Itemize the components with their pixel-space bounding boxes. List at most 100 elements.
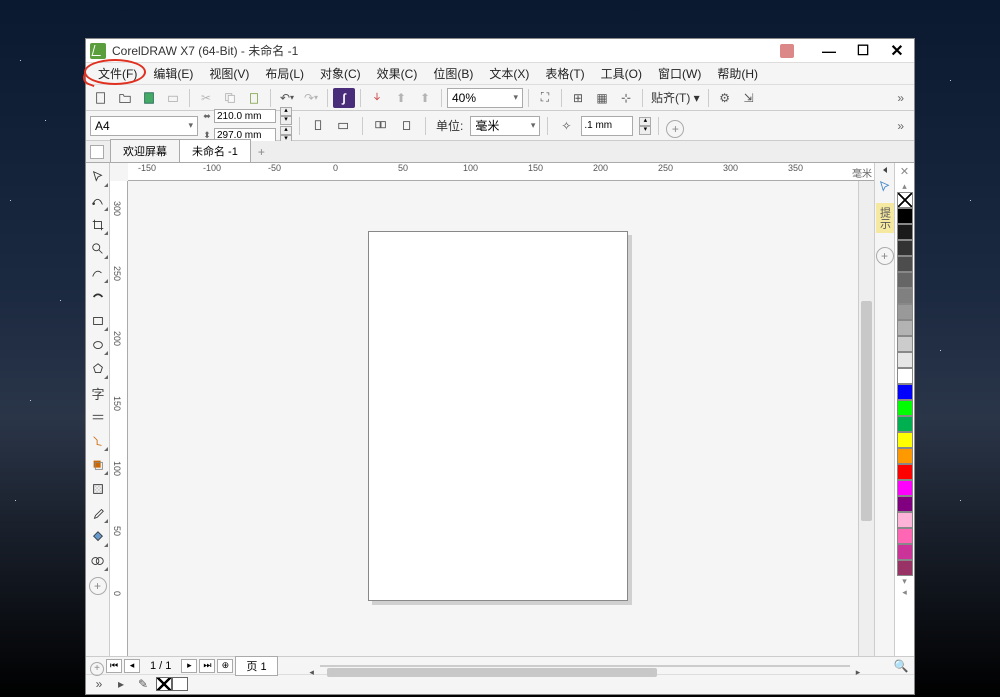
parallel-dimension-tool[interactable]	[87, 406, 109, 428]
menu-file[interactable]: 文件(F)	[90, 63, 145, 84]
color-swatch-17[interactable]	[897, 480, 913, 496]
color-swatch-0[interactable]	[897, 208, 913, 224]
docker-add[interactable]: +	[876, 247, 894, 265]
portrait-button[interactable]	[307, 116, 329, 136]
rectangle-tool[interactable]	[87, 310, 109, 332]
menu-view[interactable]: 视图(V)	[201, 63, 257, 84]
tab-add[interactable]: +	[250, 142, 273, 162]
menu-window[interactable]: 窗口(W)	[650, 63, 709, 84]
hscroll-left[interactable]: ◂	[305, 667, 319, 678]
publish-button[interactable]: ⬆	[414, 88, 436, 108]
crop-tool[interactable]	[87, 214, 109, 236]
vertical-scrollbar[interactable]	[858, 181, 874, 656]
palette-down-arrow[interactable]: ▾	[902, 576, 907, 587]
paste-button[interactable]	[243, 88, 265, 108]
prev-page-button[interactable]: ◂	[124, 659, 140, 673]
zoom-tool-shortcut[interactable]: 🔍	[892, 659, 910, 673]
cut-button[interactable]: ✂	[195, 88, 217, 108]
search-button[interactable]: ∫	[333, 88, 355, 108]
width-down[interactable]: ▾	[280, 116, 292, 125]
eyedropper-status-icon[interactable]: ✎	[134, 677, 152, 691]
zoom-tool[interactable]	[87, 238, 109, 260]
propbar-overflow[interactable]: »	[891, 119, 910, 133]
vscroll-thumb[interactable]	[861, 301, 872, 521]
nudge-up[interactable]: ▴	[639, 117, 651, 126]
color-swatch-21[interactable]	[897, 544, 913, 560]
open-button[interactable]	[114, 88, 136, 108]
tab-welcome[interactable]: 欢迎屏幕	[110, 139, 180, 162]
freehand-tool[interactable]	[87, 262, 109, 284]
menu-table[interactable]: 表格(T)	[537, 63, 592, 84]
tab-document[interactable]: 未命名 -1	[179, 139, 251, 162]
color-swatch-2[interactable]	[897, 240, 913, 256]
docker-pointer-icon[interactable]	[877, 179, 893, 195]
height-up[interactable]: ▴	[280, 126, 292, 135]
fill-indicator[interactable]	[156, 677, 172, 691]
hints-docker-tab[interactable]: 提示	[876, 203, 894, 233]
artistic-media-tool[interactable]	[87, 286, 109, 308]
color-swatch-5[interactable]	[897, 288, 913, 304]
user-icon[interactable]	[780, 44, 794, 58]
snap-dropdown[interactable]: 贴齐(T) ▾	[648, 89, 703, 106]
width-up[interactable]: ▴	[280, 107, 292, 116]
print-button[interactable]	[162, 88, 184, 108]
add-preset-button[interactable]: +	[666, 120, 684, 138]
palette-close-icon[interactable]: ✕	[897, 165, 913, 181]
show-grid-button[interactable]: ▦	[591, 88, 613, 108]
palette-up-arrow[interactable]: ▴	[902, 181, 907, 192]
all-pages-button[interactable]	[370, 116, 392, 136]
next-page-button[interactable]: ▸	[181, 659, 197, 673]
add-page-button[interactable]: ⊕	[217, 659, 233, 673]
color-swatch-12[interactable]	[897, 400, 913, 416]
transparency-tool[interactable]	[87, 478, 109, 500]
hscroll-thumb[interactable]	[327, 668, 657, 677]
interactive-fill-tool[interactable]	[87, 526, 109, 548]
toolbox-customize[interactable]: +	[89, 577, 107, 595]
color-swatch-7[interactable]	[897, 320, 913, 336]
color-swatch-14[interactable]	[897, 432, 913, 448]
menu-edit[interactable]: 编辑(E)	[145, 63, 201, 84]
menu-bitmap[interactable]: 位图(B)	[425, 63, 481, 84]
color-swatch-19[interactable]	[897, 512, 913, 528]
menu-layout[interactable]: 布局(L)	[257, 63, 312, 84]
color-swatch-11[interactable]	[897, 384, 913, 400]
hscroll-right[interactable]: ▸	[851, 667, 865, 678]
color-swatch-13[interactable]	[897, 416, 913, 432]
undo-button[interactable]: ↶▾	[276, 88, 298, 108]
fullscreen-button[interactable]: ⛶	[534, 88, 556, 108]
color-swatch-22[interactable]	[897, 560, 913, 576]
horizontal-ruler[interactable]: 毫米 -150 -100 -50 0 50 100 150 200 250 30…	[128, 163, 874, 181]
menu-text[interactable]: 文本(X)	[481, 63, 537, 84]
menu-tools[interactable]: 工具(O)	[593, 63, 650, 84]
menu-effect[interactable]: 效果(C)	[369, 63, 426, 84]
export-button[interactable]: ⬆	[390, 88, 412, 108]
color-swatch-8[interactable]	[897, 336, 913, 352]
color-swatch-9[interactable]	[897, 352, 913, 368]
close-button[interactable]: ✕	[884, 42, 910, 60]
show-rulers-button[interactable]: ⊞	[567, 88, 589, 108]
launch-button[interactable]: ⇲	[738, 88, 760, 108]
outline-indicator[interactable]	[172, 677, 188, 691]
menu-help[interactable]: 帮助(H)	[709, 63, 766, 84]
color-swatch-4[interactable]	[897, 272, 913, 288]
menu-object[interactable]: 对象(C)	[312, 63, 369, 84]
add-page-before[interactable]: +	[90, 662, 104, 676]
color-swatch-20[interactable]	[897, 528, 913, 544]
toolbar-overflow[interactable]: »	[891, 91, 910, 105]
smart-fill-tool[interactable]	[87, 550, 109, 572]
palette-flyout-arrow[interactable]: ◂	[902, 587, 907, 598]
drawing-canvas[interactable]	[128, 181, 858, 656]
landscape-button[interactable]	[333, 116, 355, 136]
color-swatch-16[interactable]	[897, 464, 913, 480]
last-page-button[interactable]: ⏭	[199, 659, 215, 673]
new-button[interactable]	[90, 88, 112, 108]
options-button[interactable]: ⚙	[714, 88, 736, 108]
minimize-button[interactable]: —	[816, 42, 842, 60]
text-tool[interactable]: 字	[87, 382, 109, 404]
fill-outline-indicator[interactable]	[156, 677, 188, 691]
current-page-button[interactable]	[396, 116, 418, 136]
zoom-combo[interactable]: 40%▾	[447, 88, 523, 108]
page-tab-1[interactable]: 页 1	[235, 656, 277, 676]
shape-tool[interactable]	[87, 190, 109, 212]
drop-shadow-tool[interactable]	[87, 454, 109, 476]
